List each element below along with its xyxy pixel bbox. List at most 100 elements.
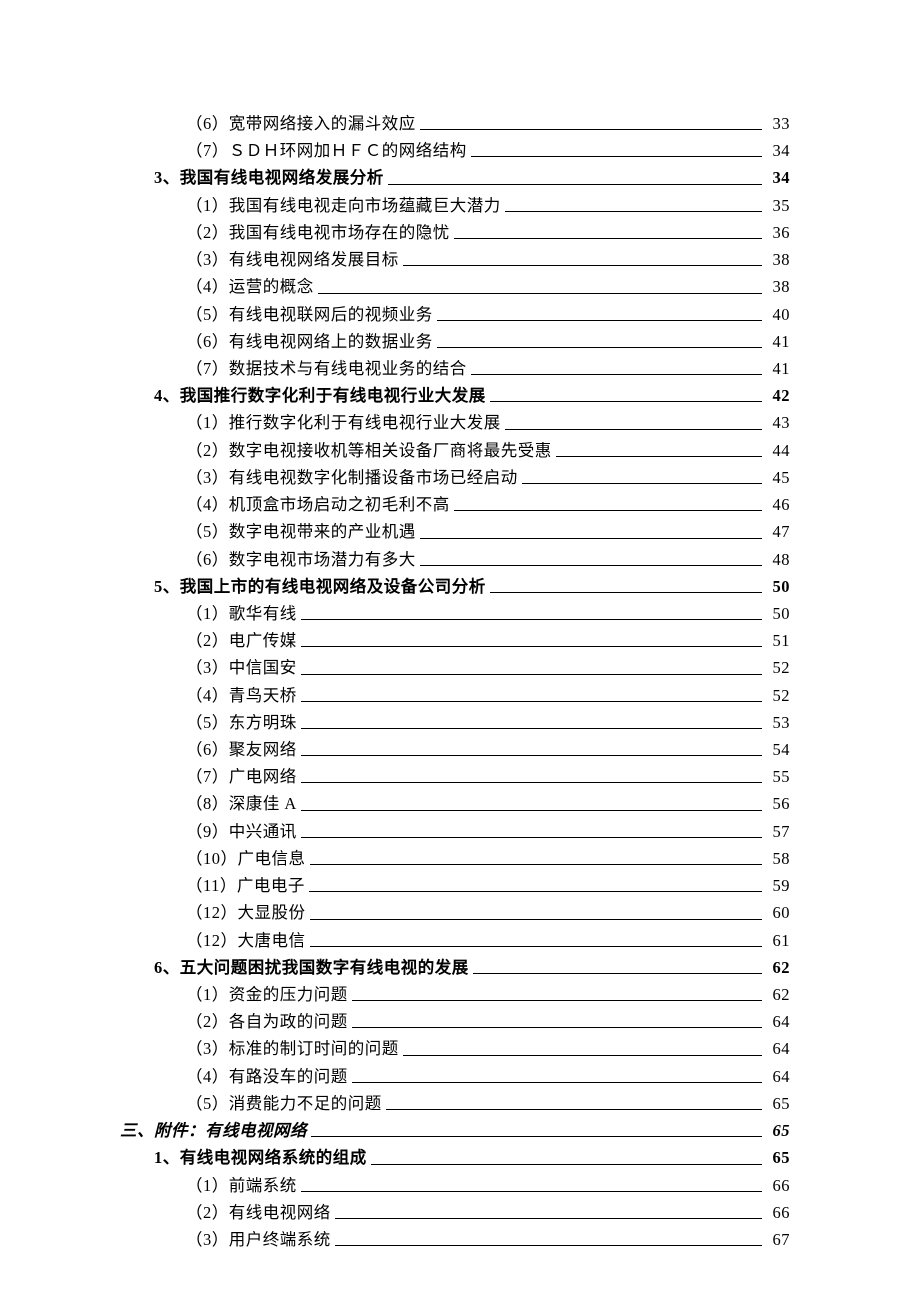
toc-entry-title: （4）运营的概念 [186,273,314,300]
toc-entry-page: 57 [766,818,790,845]
toc-entry: （6）宽带网络接入的漏斗效应33 [186,110,790,137]
toc-entry: （6）有线电视网络上的数据业务41 [186,328,790,355]
toc-entry-title: （1）歌华有线 [186,600,297,627]
toc-leader-line [301,782,762,783]
toc-entry-title: （6）数字电视市场潜力有多大 [186,546,416,573]
toc-entry-page: 36 [766,219,790,246]
toc-entry-page: 67 [766,1226,790,1253]
toc-leader-line [310,919,763,920]
toc-leader-line [311,1136,762,1137]
toc-entry: （4）机顶盒市场启动之初毛利不高46 [186,491,790,518]
toc-leader-line [301,674,762,675]
toc-leader-line [386,1109,762,1110]
toc-leader-line [318,293,762,294]
toc-leader-line [301,755,762,756]
toc-entry-page: 46 [766,491,790,518]
toc-entry-page: 51 [766,627,790,654]
toc-entry-title: （5）有线电视联网后的视频业务 [186,301,433,328]
toc-leader-line [437,347,762,348]
toc-leader-line [490,401,762,402]
toc-entry-page: 62 [766,954,790,981]
toc-leader-line [403,265,762,266]
toc-entry-title: （2）电广传媒 [186,627,297,654]
toc-entry-title: （5）数字电视带来的产业机遇 [186,518,416,545]
toc-entry-page: 64 [766,1063,790,1090]
toc-entry: （7）数据技术与有线电视业务的结合41 [186,355,790,382]
toc-entry-page: 35 [766,192,790,219]
toc-entry-page: 64 [766,1035,790,1062]
toc-entry-title: （12）大显股份 [186,899,306,926]
toc-entry-title: 1、有线电视网络系统的组成 [154,1144,367,1171]
toc-leader-line [505,429,762,430]
toc-entry-title: （7）ＳＤＨ环网加ＨＦＣ的网络结构 [186,137,467,164]
toc-entry-page: 41 [766,355,790,382]
toc-entry-title: （11）广电电子 [186,872,305,899]
toc-entry-title: （3）用户终端系统 [186,1226,331,1253]
toc-leader-line [301,701,762,702]
toc-leader-line [301,1191,762,1192]
toc-entry-page: 34 [766,164,790,191]
toc-entry: （8）深康佳 A56 [186,790,790,817]
toc-entry-title: （7）广电网络 [186,763,297,790]
toc-entry-page: 66 [766,1172,790,1199]
toc-leader-line [309,891,762,892]
toc-entry: （2）数字电视接收机等相关设备厂商将最先受惠44 [186,437,790,464]
toc-entry: （1）资金的压力问题62 [186,981,790,1008]
toc-entry: （12）大显股份 60 [186,899,790,926]
toc-entry-page: 33 [766,110,790,137]
toc-entry: （5）有线电视联网后的视频业务 40 [186,301,790,328]
toc-entry-title: （5）东方明珠 [186,709,297,736]
toc-entry: 3、我国有线电视网络发展分析34 [154,164,790,191]
toc-entry-page: 53 [766,709,790,736]
toc-entry-page: 38 [766,246,790,273]
toc-leader-line [352,1000,762,1001]
toc-leader-line [301,810,762,811]
toc-entry-page: 40 [766,301,790,328]
toc-entry-page: 47 [766,518,790,545]
toc-entry-page: 60 [766,899,790,926]
toc-leader-line [301,619,762,620]
toc-entry: （2）我国有线电视市场存在的隐忧36 [186,219,790,246]
toc-leader-line [352,1082,762,1083]
toc-entry-page: 52 [766,682,790,709]
toc-entry-page: 34 [766,137,790,164]
toc-entry-title: （1）推行数字化利于有线电视行业大发展 [186,409,501,436]
toc-entry-title: （3）中信国安 [186,654,297,681]
toc-leader-line [454,238,762,239]
toc-leader-line [388,184,762,185]
toc-entry: （5）消费能力不足的问题65 [186,1090,790,1117]
toc-entry: （7）ＳＤＨ环网加ＨＦＣ的网络结构 34 [186,137,790,164]
toc-entry-page: 66 [766,1199,790,1226]
toc-leader-line [556,456,762,457]
toc-entry: （1）前端系统 66 [186,1172,790,1199]
toc-entry: （3）中信国安52 [186,654,790,681]
toc-entry: （3）用户终端系统 67 [186,1226,790,1253]
toc-entry-title: 6、五大问题困扰我国数字有线电视的发展 [154,954,469,981]
toc-leader-line [420,538,762,539]
toc-entry-title: （8）深康佳 A [186,790,297,817]
toc-entry: 4、我国推行数字化利于有线电视行业大发展42 [154,382,790,409]
toc-entry-title: 三、附件：有线电视网络 [120,1117,307,1144]
toc-entry-page: 41 [766,328,790,355]
toc-leader-line [473,973,762,974]
toc-entry: （1）推行数字化利于有线电视行业大发展43 [186,409,790,436]
toc-leader-line [301,646,762,647]
toc-entry-title: （4）青鸟天桥 [186,682,297,709]
toc-page: （6）宽带网络接入的漏斗效应33（7）ＳＤＨ环网加ＨＦＣ的网络结构 343、我国有… [0,0,920,1313]
toc-entry-title: 4、我国推行数字化利于有线电视行业大发展 [154,382,486,409]
toc-leader-line [454,510,762,511]
toc-entry-title: （2）数字电视接收机等相关设备厂商将最先受惠 [186,437,552,464]
toc-entry-title: （2）有线电视网络 [186,1199,331,1226]
toc-leader-line [522,483,762,484]
toc-entry-title: （1）前端系统 [186,1172,297,1199]
toc-entry-page: 65 [766,1144,790,1171]
toc-leader-line [335,1245,762,1246]
toc-entry: （2）各自为政的问题64 [186,1008,790,1035]
toc-entry: （3）标准的制订时间的问题64 [186,1035,790,1062]
toc-leader-line [335,1218,762,1219]
toc-entry-page: 62 [766,981,790,1008]
toc-leader-line [471,156,762,157]
toc-entry-page: 50 [766,573,790,600]
toc-entry: （4）运营的概念38 [186,273,790,300]
toc-leader-line [420,129,762,130]
